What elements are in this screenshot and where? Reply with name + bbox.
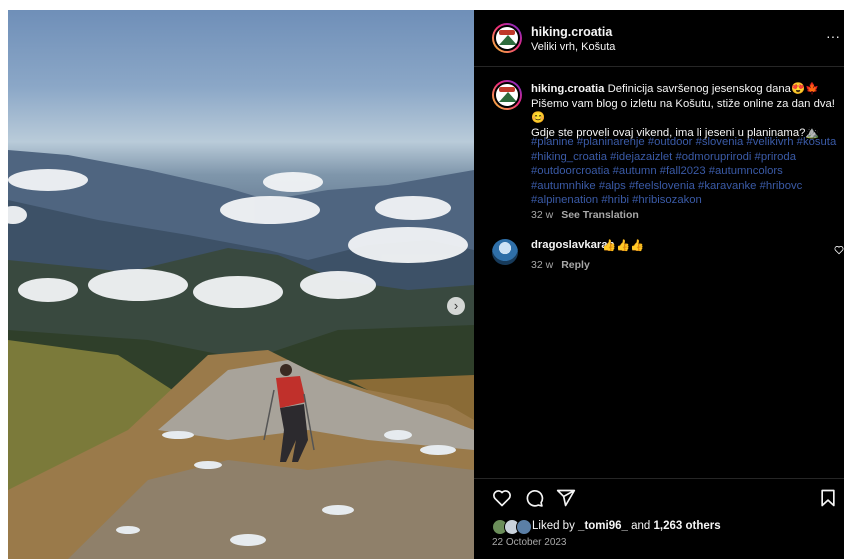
likes-prefix: Liked by [532, 520, 575, 532]
commenter-avatar[interactable] [492, 239, 518, 265]
chevron-right-icon: › [453, 298, 459, 313]
caption-hashtags[interactable]: #planine #planinarenje #outdoor #sloveni… [531, 135, 841, 208]
actions-divider [474, 478, 844, 479]
post-location[interactable]: Veliki vrh, Košuta [531, 41, 615, 53]
caption-text-line2: Pišemo vam blog o izletu na Košutu, stiž… [531, 97, 835, 125]
likes-first-user[interactable]: _tomi96_ [578, 520, 628, 532]
more-icon[interactable]: ··· [826, 28, 840, 44]
comment-icon[interactable] [524, 488, 544, 508]
comment-like-heart-icon[interactable] [834, 245, 844, 255]
liked-by-avatars [492, 519, 534, 535]
bookmark-icon[interactable] [818, 488, 838, 508]
next-photo-button[interactable]: › [447, 297, 465, 315]
comment-age: 32 w [531, 259, 554, 271]
see-translation-button[interactable]: See Translation [561, 209, 639, 221]
post-caption: hiking.croatia Definicija savršenog jese… [531, 82, 839, 140]
post-sidebar: hiking.croatia Veliki vrh, Košuta ··· hi… [474, 10, 844, 559]
comment-meta: 32 w Reply [531, 259, 590, 271]
reply-button[interactable]: Reply [561, 259, 590, 271]
likes-others[interactable]: 1,263 others [654, 520, 721, 532]
likes-summary[interactable]: Liked by _tomi96_ and 1,263 others [532, 520, 721, 532]
caption-text-line1: Definicija savršenog jesenskog dana😍🍁 [607, 83, 820, 95]
likes-middle: and [631, 520, 651, 532]
caption-username[interactable]: hiking.croatia [531, 83, 604, 95]
post-date: 22 October 2023 [492, 537, 567, 548]
caption-age: 32 w [531, 209, 554, 221]
caption-avatar[interactable] [492, 80, 522, 110]
share-icon[interactable] [556, 488, 576, 508]
post-photo[interactable]: › [8, 10, 474, 559]
post-header: hiking.croatia Veliki vrh, Košuta ··· [474, 10, 844, 67]
mountain-landscape [8, 150, 474, 559]
heart-icon[interactable] [492, 488, 512, 508]
post-modal: › hiking.croatia Veliki vrh, Košuta ··· … [8, 10, 844, 559]
caption-meta: 32 w See Translation [531, 209, 639, 221]
comment-text: 👍👍👍 [602, 240, 645, 252]
author-username[interactable]: hiking.croatia [531, 25, 612, 39]
author-avatar[interactable] [492, 23, 522, 53]
